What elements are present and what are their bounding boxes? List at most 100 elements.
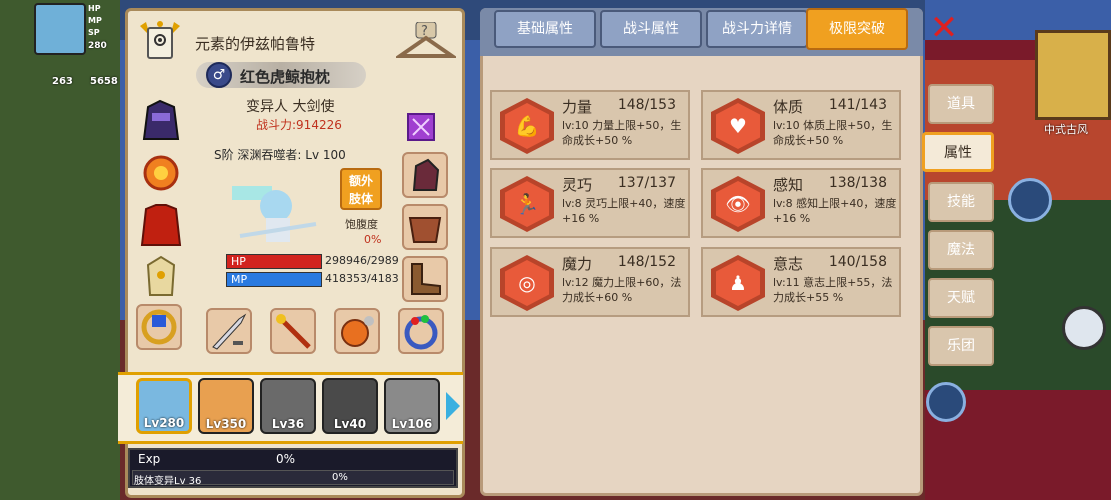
hud-level: 280 <box>88 41 107 51</box>
hp-value: 298946/2989 <box>325 254 399 267</box>
hp-mini: HP <box>88 4 114 14</box>
player-portrait[interactable] <box>34 3 86 55</box>
item-name: 红色虎鲸抱枕 <box>240 68 331 86</box>
armor-icon <box>140 204 182 246</box>
character-sprite <box>232 186 317 242</box>
attribute-value: 141/143 <box>828 97 887 113</box>
gauntlet-icon <box>146 255 176 296</box>
amulet-slot[interactable] <box>138 150 184 196</box>
swap-icon[interactable] <box>1062 306 1106 350</box>
party-member-5[interactable]: Lv106 <box>384 378 440 434</box>
mp-mini: MP <box>88 16 114 26</box>
extra-limb-label-2: 肢体 <box>348 192 373 206</box>
hp-bar-label: HP <box>231 255 246 268</box>
tab-limit-break[interactable]: 极限突破 <box>806 8 908 50</box>
extra-limb-button[interactable]: 额外 肢体 <box>340 168 382 210</box>
purple-gem-icon <box>407 113 435 141</box>
attribute-desc: lv:8 感知上限+40，速度+16 % <box>773 197 897 225</box>
attribute-name: 力量 <box>562 98 593 116</box>
party-member-2[interactable]: Lv350 <box>198 378 254 434</box>
hud-sp-label: SP <box>88 28 100 37</box>
attribute-name: 意志 <box>773 255 804 273</box>
strength-icon: 💪 <box>505 103 549 149</box>
attribute-desc: lv:12 魔力上限+60，法力成长+60 % <box>562 276 682 304</box>
exp-value: 0% <box>276 452 296 466</box>
attribute-name: 感知 <box>773 176 804 194</box>
attribute-desc: lv:11 意志上限+55，法力成长+55 % <box>773 276 893 304</box>
side-tab-magic[interactable]: 魔法 <box>928 230 994 270</box>
tab-combat-power-details[interactable]: 战斗力详情 <box>706 10 808 48</box>
hud-count2: 5658 <box>90 76 118 87</box>
hair-icon <box>412 158 440 191</box>
party-member-1[interactable]: Lv280 <box>136 378 192 434</box>
character-title: 元素的伊兹帕鲁特 <box>195 35 316 53</box>
gem-ring-icon <box>404 315 438 350</box>
party-member-level: Lv36 <box>271 417 305 431</box>
party-member-level: Lv280 <box>143 416 185 430</box>
attribute-name: 灵巧 <box>562 176 593 194</box>
attribute-card-agility: 🏃 灵巧 137/137 lv:8 灵巧上限+40，速度+16 % <box>490 168 690 238</box>
side-tab-skills[interactable]: 技能 <box>928 182 994 222</box>
magic-icon: ◎ <box>505 260 549 306</box>
mp-bar-label: MP <box>231 273 248 286</box>
attribute-value: 140/158 <box>828 254 887 270</box>
sword-icon <box>212 313 247 350</box>
belt-slot[interactable] <box>402 204 448 250</box>
belt-icon <box>408 217 442 243</box>
water-skill-icon[interactable] <box>1008 178 1052 222</box>
constitution-icon: ♥ <box>716 103 760 149</box>
side-tab-items[interactable]: 道具 <box>928 84 994 124</box>
attribute-value: 138/138 <box>828 175 887 191</box>
hud-count1: 263 <box>52 76 73 87</box>
attribute-card-constitution: ♥ 体质 141/143 lv:10 体质上限+50，生命成长+50 % <box>701 90 901 160</box>
attack-skill-icon[interactable] <box>926 382 966 422</box>
wardrobe-hanger-icon[interactable]: ? <box>396 22 456 64</box>
combat-power: 战斗力:914226 <box>256 118 342 132</box>
hair-slot[interactable] <box>402 152 448 198</box>
weapon-slot[interactable] <box>206 308 252 354</box>
party-member-3[interactable]: Lv36 <box>260 378 316 434</box>
attribute-value: 148/153 <box>617 97 676 113</box>
party-next-arrow-icon[interactable] <box>446 392 460 420</box>
exp-label: Exp <box>138 452 161 466</box>
party-member-4[interactable]: Lv40 <box>322 378 378 434</box>
accessory-ring-slot[interactable] <box>398 308 444 354</box>
attribute-name: 体质 <box>773 98 804 116</box>
close-icon[interactable]: ✕ <box>926 10 962 46</box>
attribute-card-perception: 👁 感知 138/138 lv:8 感知上限+40，速度+16 % <box>701 168 901 238</box>
attribute-card-will: ♟ 意志 140/158 lv:11 意志上限+55，法力成长+55 % <box>701 247 901 317</box>
tab-basic-attributes[interactable]: 基础属性 <box>494 10 596 48</box>
attribute-desc: lv:10 体质上限+50，生命成长+50 % <box>773 119 893 147</box>
satiety-value: 0% <box>364 233 382 246</box>
amulet-icon <box>143 155 179 191</box>
gloves-slot[interactable] <box>138 254 184 300</box>
party-member-level: Lv106 <box>391 417 433 431</box>
minimap[interactable] <box>1035 30 1111 120</box>
hp-bar: HP <box>226 254 322 269</box>
side-tab-band[interactable]: 乐团 <box>928 326 994 366</box>
attribute-desc: lv:8 灵巧上限+40，速度+16 % <box>562 197 686 225</box>
character-rank: S阶 深渊吞噬者: Lv 100 <box>214 148 346 162</box>
guild-emblem-icon[interactable] <box>136 16 184 64</box>
mp-bar: MP <box>226 272 322 287</box>
agility-icon: 🏃 <box>505 181 549 227</box>
extra-limb-label-1: 额外 <box>348 174 373 188</box>
boots-slot[interactable] <box>402 256 448 302</box>
pumpkin-slot[interactable] <box>334 308 380 354</box>
purple-gem-slot[interactable] <box>398 104 444 150</box>
party-member-level: Lv40 <box>333 417 367 431</box>
hud-mp-label: MP <box>88 16 102 25</box>
side-tab-talents[interactable]: 天赋 <box>928 278 994 318</box>
staff-slot[interactable] <box>270 308 316 354</box>
mutation-label: 肢体变异Lv 36 <box>134 476 202 487</box>
armor-slot[interactable] <box>138 202 184 248</box>
tab-combat-attributes[interactable]: 战斗属性 <box>600 10 702 48</box>
ring-slot[interactable] <box>136 304 182 350</box>
hud-hp-label: HP <box>88 4 101 13</box>
boots-icon <box>411 263 441 295</box>
helmet-slot[interactable] <box>138 98 184 144</box>
pumpkin-icon <box>341 316 374 347</box>
side-tab-attributes[interactable]: 属性 <box>922 132 994 172</box>
sp-mini: SP <box>88 28 114 38</box>
attribute-value: 148/152 <box>617 254 676 270</box>
